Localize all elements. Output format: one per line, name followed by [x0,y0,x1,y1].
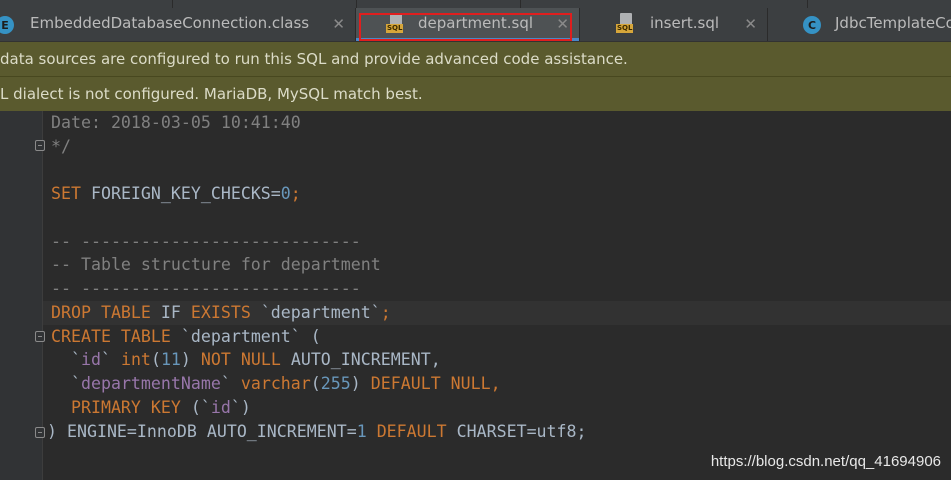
tab-label: insert.sql [650,14,720,32]
sql-text: ` [100,350,121,369]
code-line: -- Table structure for department [51,255,381,274]
fold-marker-icon[interactable] [35,140,45,151]
code-line: SET FOREIGN_KEY_CHECKS=0; [51,182,301,206]
code-line: PRIMARY KEY (`id`) [51,396,251,420]
code-line: `departmentName` varchar(255) DEFAULT NU… [51,372,501,396]
sql-keyword: SET [51,184,81,203]
tab-separator [807,0,808,8]
sql-keyword: PRIMARY KEY [51,398,181,417]
editor-gutter [0,111,43,480]
sql-identifier: id [210,398,231,417]
close-icon[interactable]: ✕ [332,15,345,33]
class-icon: E [0,16,14,34]
class-icon: C [803,16,821,34]
sql-text: ` [220,374,241,393]
sql-keyword: NOT NULL [200,350,281,369]
tab-embedded-database-connection[interactable]: E EmbeddedDatabaseConnection.class ✕ [0,8,356,41]
dialect-banner[interactable]: L dialect is not configured. MariaDB, My… [0,77,951,111]
sql-text: IF [150,303,191,322]
tab-separator [172,0,173,8]
sql-text: AUTO_INCREMENT, [280,350,441,369]
code-line: */ [51,137,71,156]
sql-text: ( [150,350,161,369]
sql-text: (` [180,398,211,417]
sql-file-tag: SQL [616,24,634,33]
data-source-banner-text: data sources are configured to run this … [0,50,628,68]
code-line: CREATE TABLE `department` ( [51,325,321,349]
sql-text: CHARSET=utf8; [446,422,587,441]
tab-jdbc-template[interactable]: C JdbcTemplateCo [768,8,951,41]
sql-punct: ; [290,184,301,203]
sql-text: ( [310,374,321,393]
sql-keyword: EXISTS [190,303,251,322]
sql-keyword: CREATE TABLE [51,327,171,346]
sql-text: ) [350,374,371,393]
tab-insert-sql[interactable]: SQL insert.sql ✕ [580,8,768,41]
sql-number: 255 [320,374,351,393]
sql-text: ` [51,350,81,369]
code-line: ) ENGINE=InnoDB AUTO_INCREMENT=1 DEFAULT… [47,420,587,444]
sql-punct: ; [380,303,391,322]
sql-text: ) [180,350,201,369]
sql-text: FOREIGN_KEY_CHECKS= [80,184,281,203]
data-source-banner[interactable]: data sources are configured to run this … [0,42,951,76]
sql-identifier: id [80,350,101,369]
sql-keyword: DEFAULT [366,422,447,441]
sql-text: `) [230,398,251,417]
code-line: DROP TABLE IF EXISTS `department`; [51,301,391,325]
tab-separator [520,0,521,8]
tab-label: EmbeddedDatabaseConnection.class [30,14,310,32]
sql-type: varchar [240,374,311,393]
code-line: -- ---------------------------- [51,279,361,298]
sql-text: ` [51,374,81,393]
sql-identifier: departmentName [80,374,221,393]
sql-text: `department` [250,303,381,322]
code-line: Date: 2018-03-05 10:41:40 [51,113,301,132]
close-icon[interactable]: ✕ [744,15,757,33]
sql-keyword: DROP TABLE [51,303,151,322]
sql-number: 11 [160,350,181,369]
fold-marker-icon[interactable] [35,331,45,342]
sql-text: ) ENGINE=InnoDB AUTO_INCREMENT= [47,422,357,441]
sql-keyword: DEFAULT NULL [370,374,491,393]
dialect-banner-text: L dialect is not configured. MariaDB, My… [0,85,423,103]
tab-label: JdbcTemplateCo [835,14,951,32]
class-icon-letter: E [1,18,9,32]
sql-file-icon: SQL [616,13,638,35]
sql-number: 1 [356,422,367,441]
sql-type: int [120,350,151,369]
sql-number: 0 [280,184,291,203]
class-icon-letter: C [807,18,817,32]
sql-text: `department` ( [170,327,321,346]
tab-separator [356,0,357,8]
watermark-text: https://blog.csdn.net/qq_41694906 [710,453,941,470]
code-editor[interactable]: Date: 2018-03-05 10:41:40 */ SET FOREIGN… [0,111,951,480]
active-tab-highlight-annotation [359,13,572,41]
sql-punct: , [490,374,501,393]
code-line: -- ---------------------------- [51,232,361,251]
fold-marker-icon[interactable] [35,427,45,438]
code-line: `id` int(11) NOT NULL AUTO_INCREMENT, [51,348,441,372]
